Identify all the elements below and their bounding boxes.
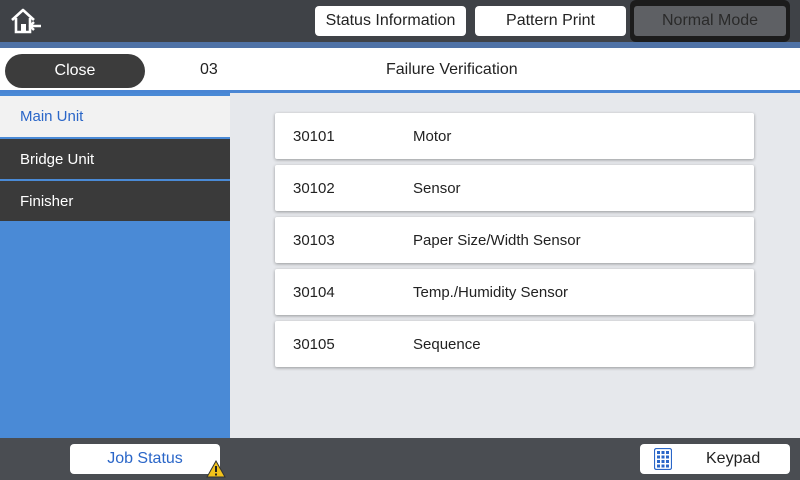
normal-mode-button[interactable]: Normal Mode xyxy=(634,6,786,36)
failure-list-panel: 30101 Motor 30102 Sensor 30103 Paper Siz… xyxy=(230,93,800,438)
keypad-icon xyxy=(654,448,672,470)
item-code: 30105 xyxy=(293,336,335,353)
sidebar-item-label: Main Unit xyxy=(20,108,84,125)
home-button[interactable] xyxy=(8,4,44,38)
list-item[interactable]: 30101 Motor xyxy=(275,113,754,159)
list-item[interactable]: 30103 Paper Size/Width Sensor xyxy=(275,217,754,263)
list-item[interactable]: 30105 Sequence xyxy=(275,321,754,367)
close-button[interactable]: Close xyxy=(5,54,145,88)
item-code: 30102 xyxy=(293,180,335,197)
item-name: Temp./Humidity Sensor xyxy=(413,284,569,301)
job-status-button[interactable]: Job Status xyxy=(70,444,220,474)
item-code: 30101 xyxy=(293,128,335,145)
item-name: Sequence xyxy=(413,336,481,353)
sidebar-item-main-unit[interactable]: Main Unit xyxy=(0,93,230,137)
status-information-button[interactable]: Status Information xyxy=(315,6,466,36)
sidebar-item-label: Finisher xyxy=(20,192,74,210)
screen-code: 03 xyxy=(200,61,218,78)
sidebar-item-label: Bridge Unit xyxy=(20,150,95,168)
mode-indicator-frame: Normal Mode xyxy=(630,0,790,42)
item-code: 30103 xyxy=(293,232,335,249)
home-icon xyxy=(11,8,41,34)
screen-header: Close 03 Failure Verification xyxy=(0,48,800,90)
item-name: Paper Size/Width Sensor xyxy=(413,232,581,249)
list-item[interactable]: 30104 Temp./Humidity Sensor xyxy=(275,269,754,315)
list-item[interactable]: 30102 Sensor xyxy=(275,165,754,211)
sidebar-item-bridge-unit[interactable]: Bridge Unit xyxy=(0,137,230,179)
item-name: Sensor xyxy=(413,180,461,197)
keypad-button[interactable]: Keypad xyxy=(640,444,790,474)
bottom-bar: Job Status Keypad xyxy=(0,438,800,480)
sidebar-item-finisher[interactable]: Finisher xyxy=(0,179,230,221)
top-bar: Status Information Pattern Print Normal … xyxy=(0,0,800,42)
pattern-print-button[interactable]: Pattern Print xyxy=(475,6,626,36)
item-name: Motor xyxy=(413,128,452,145)
keypad-label: Keypad xyxy=(706,450,761,467)
sidebar: Main Unit Bridge Unit Finisher xyxy=(0,93,230,438)
item-code: 30104 xyxy=(293,284,335,301)
page-title: Failure Verification xyxy=(386,61,518,78)
warning-icon xyxy=(206,460,226,478)
